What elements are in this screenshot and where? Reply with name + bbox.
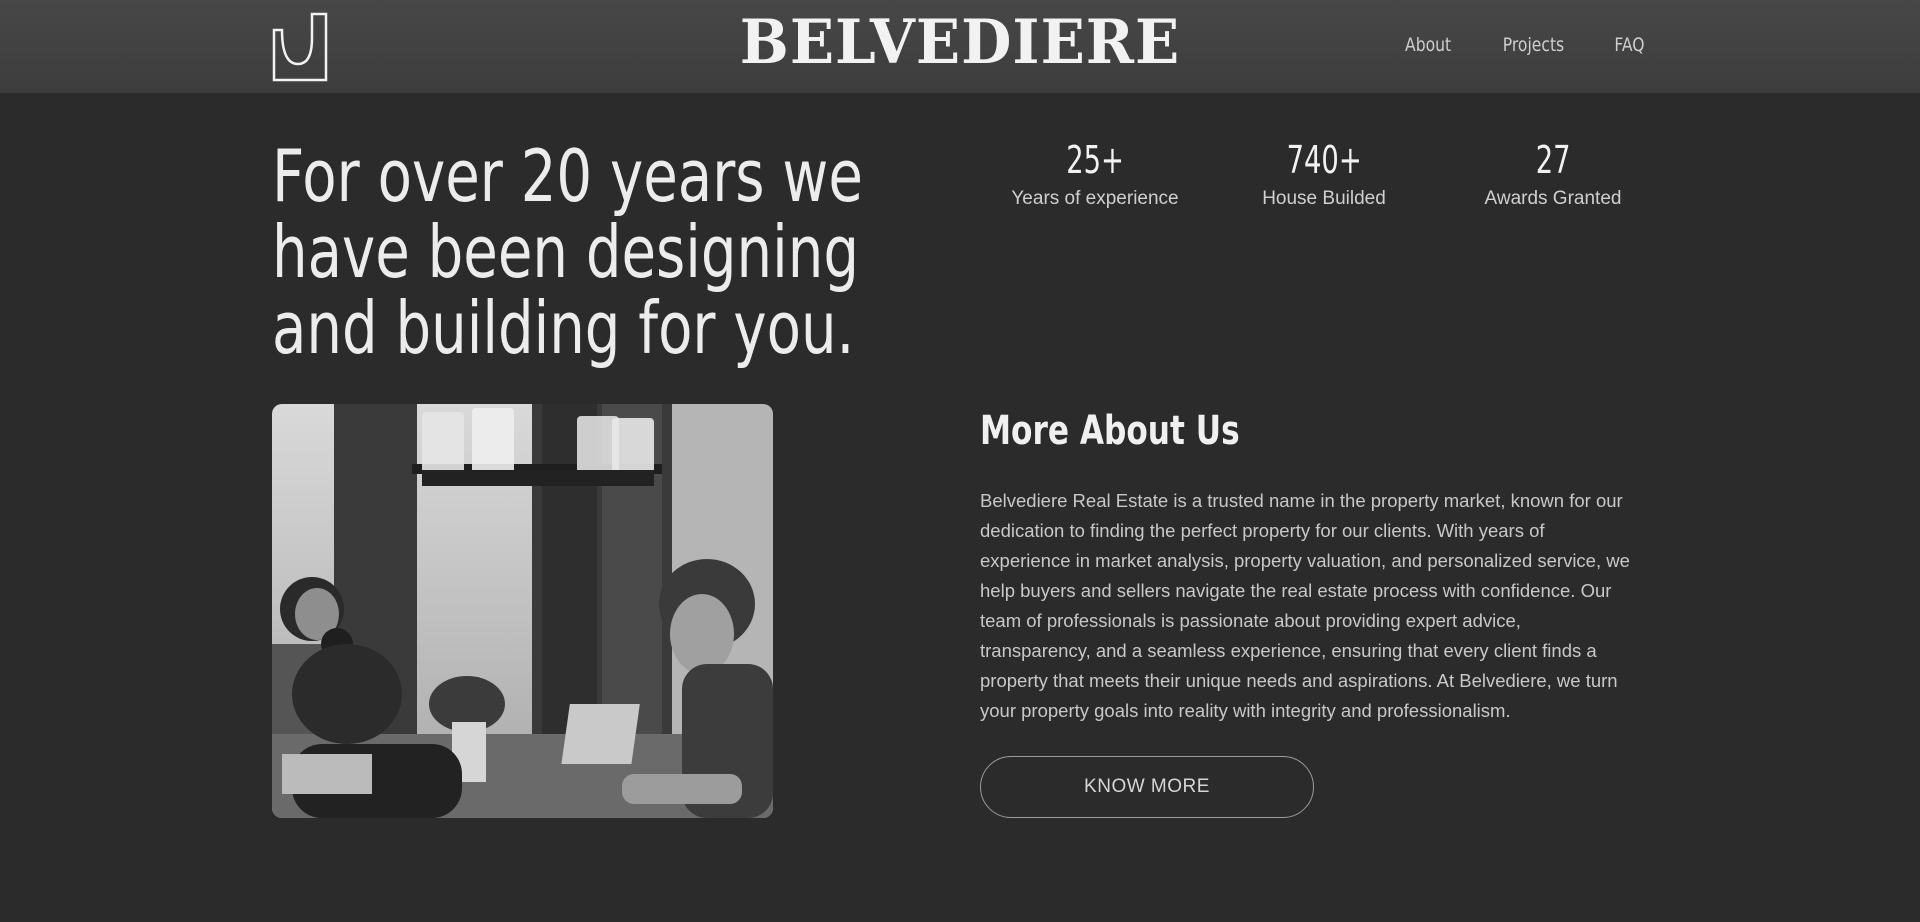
stat-value: 25+ [1066,138,1124,182]
site-header: BELVEDIERE About Projects FAQ [0,0,1920,93]
team-meeting-photo [272,404,773,818]
stats-section: 25+ Years of experience 740+ House Build… [980,138,1670,218]
nav-projects[interactable]: Projects [1503,34,1564,56]
stat-value: 27 [1535,138,1571,182]
stat-label: Awards Granted [1484,188,1622,209]
photo-illustration [272,404,773,818]
stat-label: Years of experience [1011,188,1179,209]
main-nav: About Projects FAQ [1400,34,1648,56]
stat-value: 740+ [1286,138,1362,182]
about-title: More About Us [980,408,1240,454]
stat-label: House Builded [1262,188,1386,209]
hero-title: For over 20 years we have been designing… [272,134,863,370]
stat-houses: 740+ House Builded [1209,138,1439,210]
nav-about[interactable]: About [1405,34,1451,56]
about-description: Belvediere Real Estate is a trusted name… [980,490,1630,721]
nav-faq[interactable]: FAQ [1615,34,1645,56]
know-more-button[interactable]: KNOW MORE [980,756,1314,818]
stat-awards: 27 Awards Granted [1438,138,1668,210]
stat-experience: 25+ Years of experience [980,138,1210,210]
